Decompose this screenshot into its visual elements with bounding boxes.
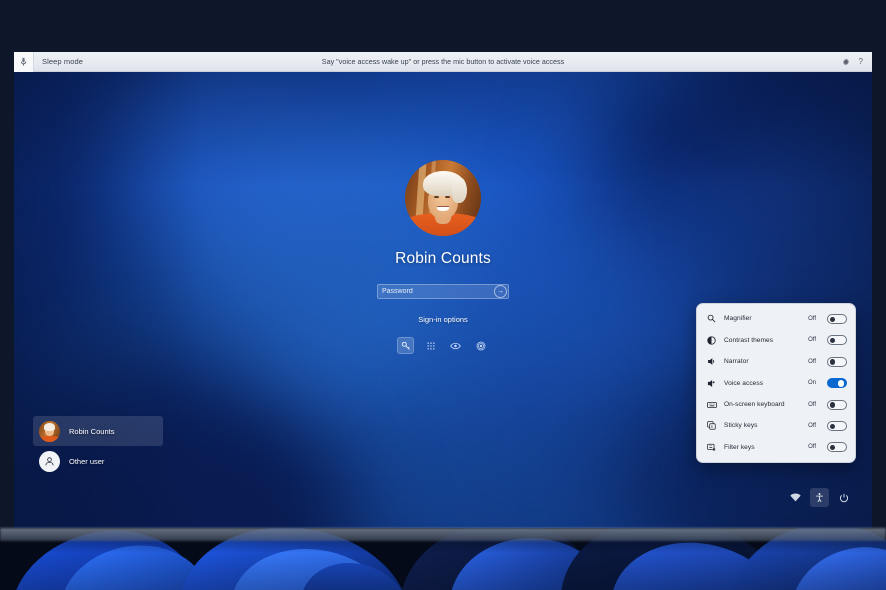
accessibility-label: Sticky keys bbox=[724, 422, 758, 430]
status-badge: Off bbox=[808, 401, 816, 408]
avatar bbox=[39, 420, 60, 442]
sticky-keys-icon: S bbox=[706, 421, 717, 431]
user-list: Robin Counts Other user bbox=[33, 416, 163, 476]
signin-area: Robin Counts → Sign-in options bbox=[313, 160, 573, 354]
list-item[interactable]: Other user bbox=[33, 446, 163, 476]
status-badge: Off bbox=[808, 358, 816, 365]
on-screen-keyboard-icon bbox=[706, 401, 717, 409]
fingerprint-icon[interactable] bbox=[472, 337, 489, 354]
accessibility-label: Voice access bbox=[724, 379, 764, 387]
accessibility-row-filter-keys[interactable]: Filter keys Off bbox=[697, 437, 855, 458]
signin-options-link[interactable]: Sign-in options bbox=[418, 315, 468, 324]
desktop-frame: Sleep mode Say "voice access wake up" or… bbox=[0, 0, 886, 590]
lock-screen-window: Sleep mode Say "voice access wake up" or… bbox=[14, 52, 872, 528]
power-icon[interactable] bbox=[834, 488, 853, 507]
accessibility-row-voice-access[interactable]: Voice access On bbox=[697, 372, 855, 393]
user-list-label: Robin Counts bbox=[69, 426, 115, 436]
narrator-icon bbox=[706, 357, 717, 366]
accessibility-label: Filter keys bbox=[724, 443, 755, 451]
network-icon[interactable] bbox=[786, 488, 805, 507]
help-icon[interactable]: ? bbox=[859, 57, 863, 66]
password-input[interactable] bbox=[378, 285, 494, 298]
voice-access-bar: Sleep mode Say "voice access wake up" or… bbox=[14, 52, 872, 72]
contrast-themes-toggle[interactable] bbox=[827, 335, 847, 346]
system-tray bbox=[786, 488, 853, 507]
microphone-icon[interactable] bbox=[14, 52, 34, 72]
on-screen-keyboard-toggle[interactable] bbox=[827, 399, 847, 410]
filter-keys-toggle[interactable] bbox=[827, 442, 847, 453]
page-title: Robin Counts bbox=[395, 250, 491, 267]
status-badge: Off bbox=[808, 444, 816, 451]
window-shadow-band bbox=[0, 528, 886, 541]
accessibility-row-on-screen-keyboard[interactable]: On-screen keyboard Off bbox=[697, 394, 855, 415]
magnifier-toggle[interactable] bbox=[827, 313, 847, 324]
sticky-keys-toggle[interactable] bbox=[827, 420, 847, 431]
accessibility-row-narrator[interactable]: Narrator Off bbox=[697, 351, 855, 372]
password-key-icon[interactable] bbox=[397, 337, 414, 354]
voice-access-toggle[interactable] bbox=[827, 378, 847, 389]
generic-person-icon bbox=[39, 450, 60, 472]
avatar bbox=[405, 160, 481, 236]
status-badge: Off bbox=[808, 337, 816, 344]
status-badge: Off bbox=[808, 422, 816, 429]
voice-access-icon bbox=[706, 379, 717, 388]
accessibility-row-sticky-keys[interactable]: S Sticky keys Off bbox=[697, 415, 855, 436]
accessibility-icon[interactable] bbox=[810, 488, 829, 507]
accessibility-label: Magnifier bbox=[724, 315, 752, 323]
filter-keys-icon bbox=[706, 443, 717, 452]
voice-access-prompt: Say "voice access wake up" or press the … bbox=[321, 57, 565, 66]
signin-option-icons bbox=[397, 337, 489, 354]
accessibility-flyout: Magnifier Off Contrast themes Off Narrat… bbox=[696, 303, 856, 463]
sleep-mode-label: Sleep mode bbox=[42, 57, 84, 66]
gear-icon[interactable] bbox=[842, 58, 850, 66]
accessibility-label: On-screen keyboard bbox=[724, 401, 785, 409]
user-list-label: Other user bbox=[69, 456, 105, 466]
narrator-toggle[interactable] bbox=[827, 356, 847, 367]
accessibility-label: Contrast themes bbox=[724, 336, 774, 344]
accessibility-row-magnifier[interactable]: Magnifier Off bbox=[697, 308, 855, 329]
accessibility-row-contrast-themes[interactable]: Contrast themes Off bbox=[697, 330, 855, 351]
contrast-themes-icon bbox=[706, 336, 717, 345]
accessibility-label: Narrator bbox=[724, 358, 749, 366]
status-badge: Off bbox=[808, 315, 816, 322]
pin-keypad-icon[interactable] bbox=[422, 337, 439, 354]
face-recognition-icon[interactable] bbox=[447, 337, 464, 354]
status-badge: On bbox=[807, 380, 816, 387]
submit-arrow-button[interactable]: → bbox=[494, 285, 507, 298]
password-field-row: → bbox=[377, 284, 509, 299]
list-item[interactable]: Robin Counts bbox=[33, 416, 163, 446]
magnifier-icon bbox=[706, 314, 717, 323]
